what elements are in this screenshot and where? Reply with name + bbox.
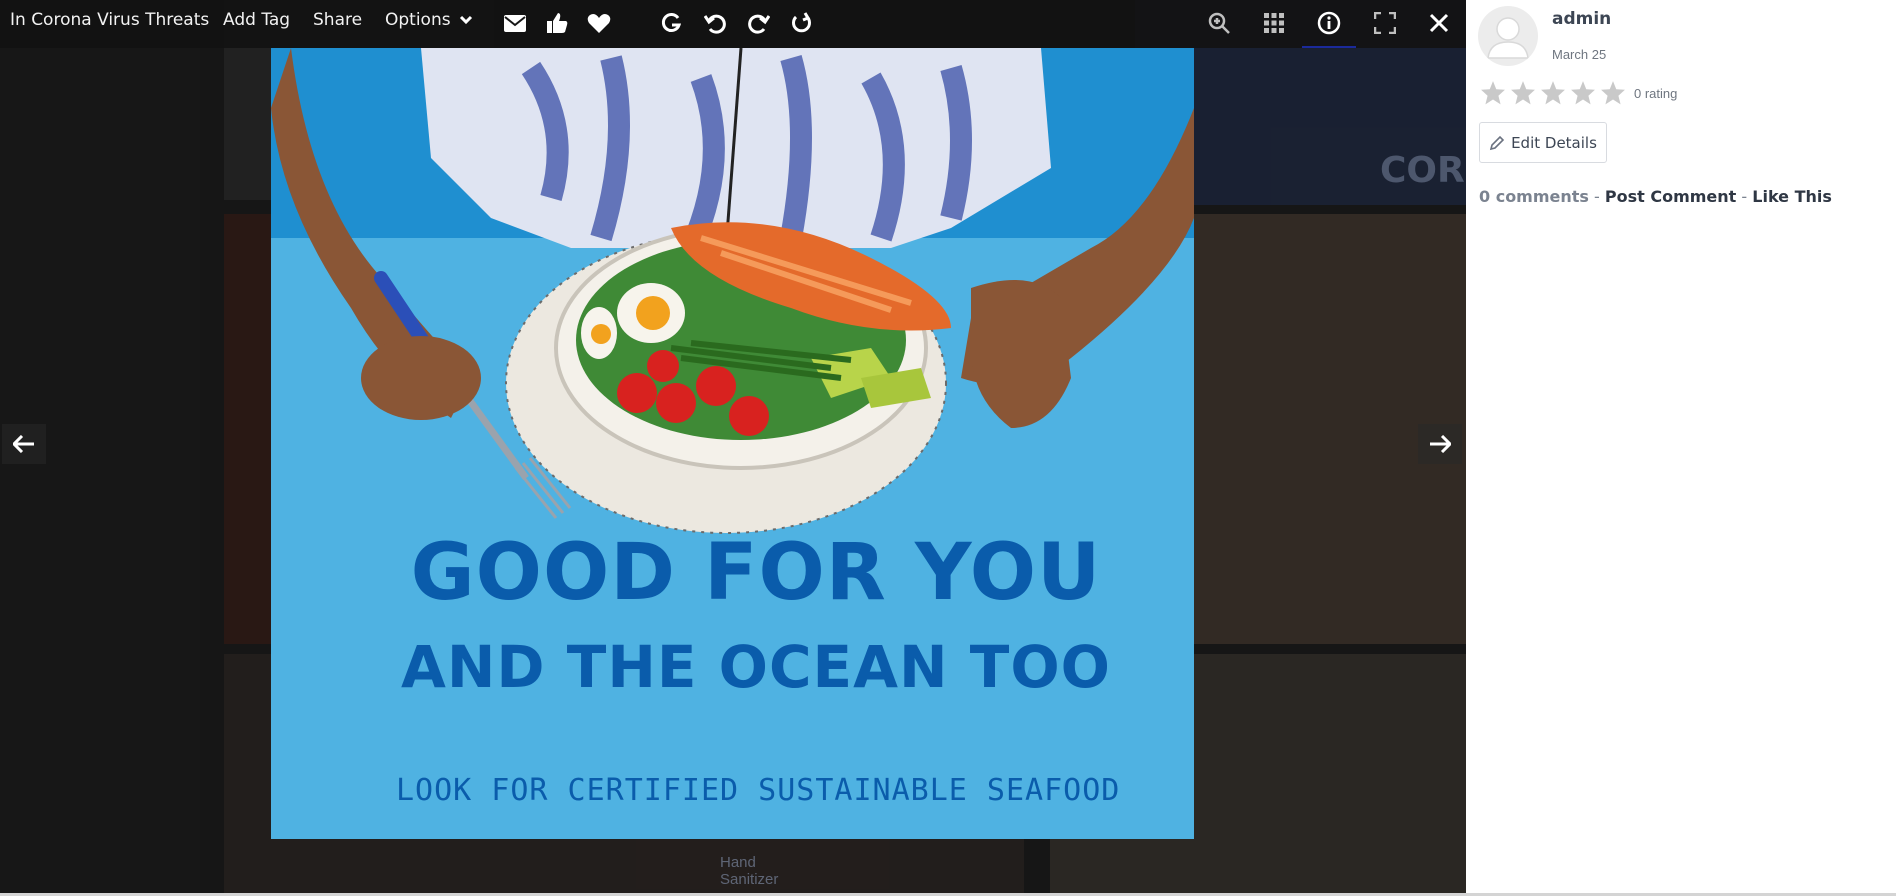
chevron-down-icon: [459, 15, 472, 25]
zoom-button[interactable]: [1204, 8, 1234, 38]
post-comment-link[interactable]: Post Comment: [1605, 187, 1736, 206]
close-viewer-button[interactable]: [1424, 8, 1454, 38]
gallery-grid-button[interactable]: [1259, 8, 1289, 38]
like-button[interactable]: [542, 8, 572, 38]
link-separator: -: [1736, 187, 1753, 206]
poster-tagline: LOOK FOR CERTIFIED SUSTAINABLE SEAFOOD: [396, 773, 1121, 808]
info-button[interactable]: [1314, 8, 1344, 38]
thumbs-up-icon: [547, 13, 568, 33]
options-label: Options: [385, 10, 451, 30]
heart-icon: [587, 13, 611, 33]
active-indicator: [1302, 46, 1356, 48]
edit-details-button[interactable]: Edit Details: [1479, 122, 1607, 163]
arrow-right-icon: [1430, 435, 1451, 453]
rotate-left-button[interactable]: [656, 8, 686, 38]
options-dropdown[interactable]: Options: [385, 10, 473, 30]
arrow-left-icon: [13, 435, 34, 453]
user-name-link[interactable]: admin: [1552, 9, 1611, 29]
post-date: March 25: [1552, 47, 1607, 62]
link-separator: -: [1588, 187, 1605, 206]
star-icon[interactable]: [1570, 80, 1596, 106]
star-icon[interactable]: [1540, 80, 1566, 106]
undo-icon: [704, 14, 726, 34]
user-placeholder-icon: [1487, 17, 1529, 59]
star-icon[interactable]: [1480, 80, 1506, 106]
favorite-button[interactable]: [584, 8, 614, 38]
previous-photo-button[interactable]: [2, 424, 46, 464]
undo-button[interactable]: [700, 8, 730, 38]
rating-count: 0 rating: [1634, 85, 1678, 101]
tile-text: Hand Sanitizer: [720, 854, 779, 888]
fullscreen-button[interactable]: [1370, 8, 1400, 38]
avatar[interactable]: [1478, 6, 1538, 66]
photo-viewer: CORO Hand Sanitizer: [0, 0, 1466, 893]
grid-icon: [1264, 13, 1284, 33]
main-photo: GOOD FOR YOU AND THE OCEAN TOO LOOK FOR …: [271, 48, 1194, 839]
star-icon[interactable]: [1600, 80, 1626, 106]
tile-text: CORO: [1380, 150, 1466, 191]
fullscreen-icon: [1374, 12, 1396, 34]
poster-headline-2: AND THE OCEAN TOO: [401, 633, 1111, 701]
poster-headline-1: GOOD FOR YOU: [410, 528, 1102, 618]
album-title-link[interactable]: In Corona Virus Threats: [10, 10, 209, 30]
pencil-icon: [1489, 135, 1505, 150]
redo-button[interactable]: [744, 8, 774, 38]
comment-links: 0 comments - Post Comment - Like This: [1479, 187, 1832, 206]
comments-count-link[interactable]: 0 comments: [1479, 187, 1589, 206]
like-this-link[interactable]: Like This: [1752, 187, 1832, 206]
zoom-in-icon: [1208, 12, 1230, 34]
envelope-icon: [504, 14, 526, 32]
viewer-toolbar: In Corona Virus Threats Add Tag Share Op…: [0, 0, 1466, 48]
rotate-right-icon: [792, 12, 811, 33]
close-icon: [1429, 13, 1449, 33]
info-icon: [1317, 11, 1341, 35]
edit-details-label: Edit Details: [1511, 133, 1597, 152]
rotate-right-button[interactable]: [786, 8, 816, 38]
info-panel: admin March 25 0 rating Edit Details 0 c…: [1466, 0, 1896, 893]
star-icon[interactable]: [1510, 80, 1536, 106]
add-tag-button[interactable]: Add Tag: [223, 10, 290, 30]
redo-icon: [748, 14, 770, 34]
rotate-left-icon: [661, 13, 682, 32]
star-rating: 0 rating: [1480, 80, 1677, 106]
email-button[interactable]: [500, 8, 530, 38]
poster-illustration: [271, 48, 1194, 839]
share-button[interactable]: Share: [313, 10, 362, 30]
next-photo-button[interactable]: [1418, 424, 1462, 464]
